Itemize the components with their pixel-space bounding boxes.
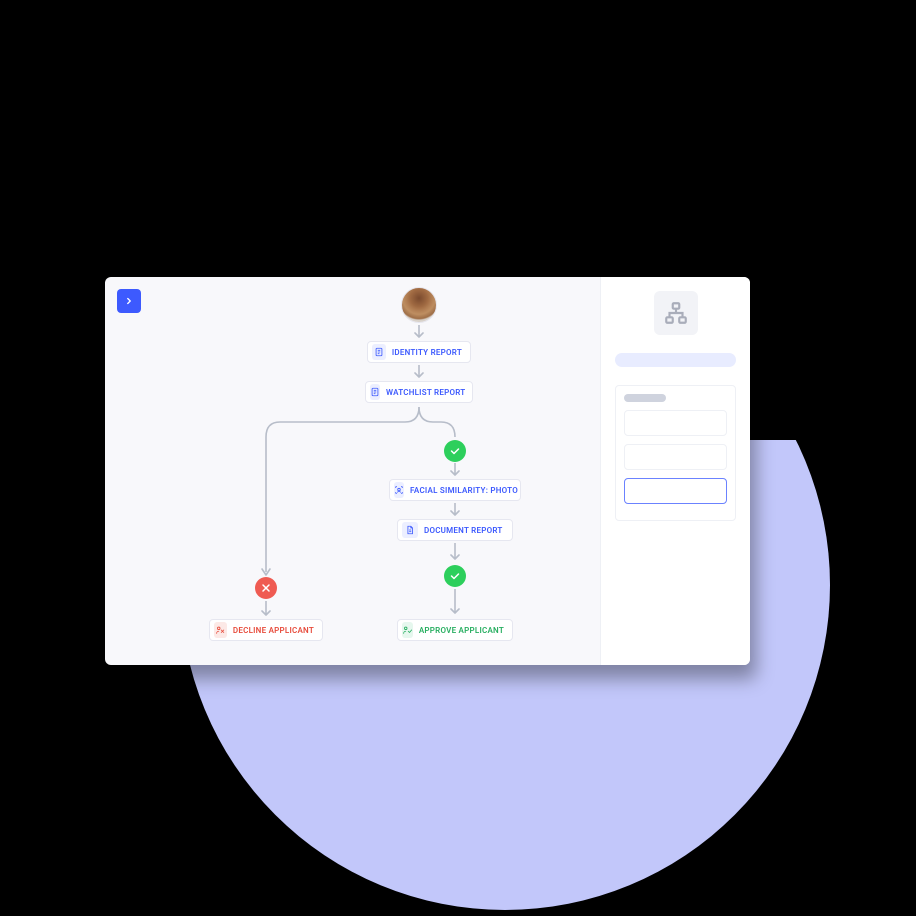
node-label: DOCUMENT REPORT [424,526,503,535]
config-group [615,385,736,521]
flow-connectors [105,277,600,665]
node-label: DECLINE APPLICANT [233,626,314,635]
config-field[interactable] [624,444,727,470]
node-label: WATCHLIST REPORT [386,388,465,397]
applicant-avatar [401,287,437,323]
config-panel-title: Configuration [615,353,616,354]
node-label: IDENTITY REPORT [392,348,462,357]
flow-arrow [412,325,426,341]
config-panel: Configuration [600,277,750,665]
config-field-primary[interactable] [624,478,727,504]
flow-arrow [448,503,462,519]
gate-fail [255,577,277,599]
hierarchy-icon-box[interactable] [654,291,698,335]
flow-arrow [448,589,462,617]
node-facial-similarity[interactable]: FACIAL SIMILARITY: PHOTO [389,479,521,501]
workflow-panel: IDENTITY REPORT WATCHLIST REPORT FACIAL … [105,277,750,665]
label-skeleton [624,394,666,402]
hierarchy-icon [663,300,689,326]
document-report-icon [372,344,386,360]
gate-pass [444,440,466,462]
node-approve-applicant[interactable]: APPROVE APPLICANT [397,619,513,641]
title-skeleton [615,353,736,367]
node-label: FACIAL SIMILARITY: PHOTO [410,486,518,495]
flow-arrow [412,365,426,381]
workflow-canvas[interactable]: IDENTITY REPORT WATCHLIST REPORT FACIAL … [105,277,600,665]
node-watchlist-report[interactable]: WATCHLIST REPORT [365,381,473,403]
flow-arrow [448,543,462,563]
document-report-icon [370,384,380,400]
node-label: APPROVE APPLICANT [419,626,504,635]
node-document-report[interactable]: DOCUMENT REPORT [397,519,513,541]
user-check-icon [402,622,413,638]
node-identity-report[interactable]: IDENTITY REPORT [367,341,471,363]
face-scan-icon [394,482,404,498]
gate-pass [444,565,466,587]
node-decline-applicant[interactable]: DECLINE APPLICANT [209,619,323,641]
check-icon [449,570,461,582]
user-x-icon [214,622,227,638]
document-icon [402,522,418,538]
check-icon [449,445,461,457]
flow-arrow [448,463,462,479]
cross-icon [260,582,272,594]
flow-arrow [259,601,273,619]
config-field[interactable] [624,410,727,436]
